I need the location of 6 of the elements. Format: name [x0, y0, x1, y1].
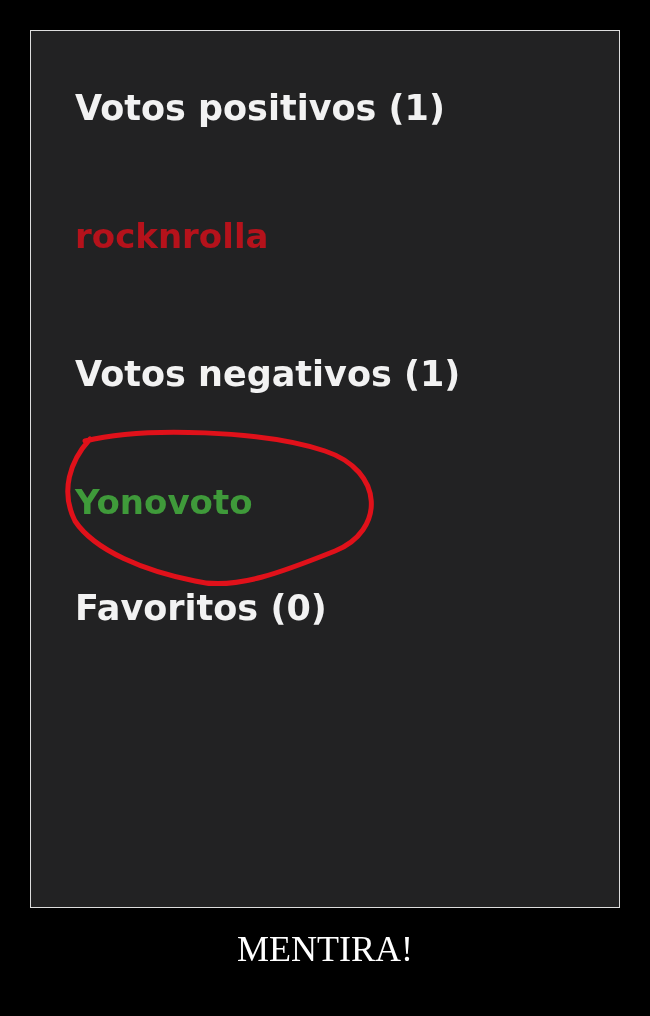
poster-caption: MENTIRA! [237, 928, 413, 970]
section-heading: Votos positivos (1) [75, 87, 446, 130]
section-heading: Votos negativos (1) [75, 353, 462, 396]
section-heading: Favoritos (0) [75, 587, 328, 630]
user-link[interactable]: rocknrolla [75, 213, 269, 259]
user-link[interactable]: Yonovoto [75, 479, 253, 525]
